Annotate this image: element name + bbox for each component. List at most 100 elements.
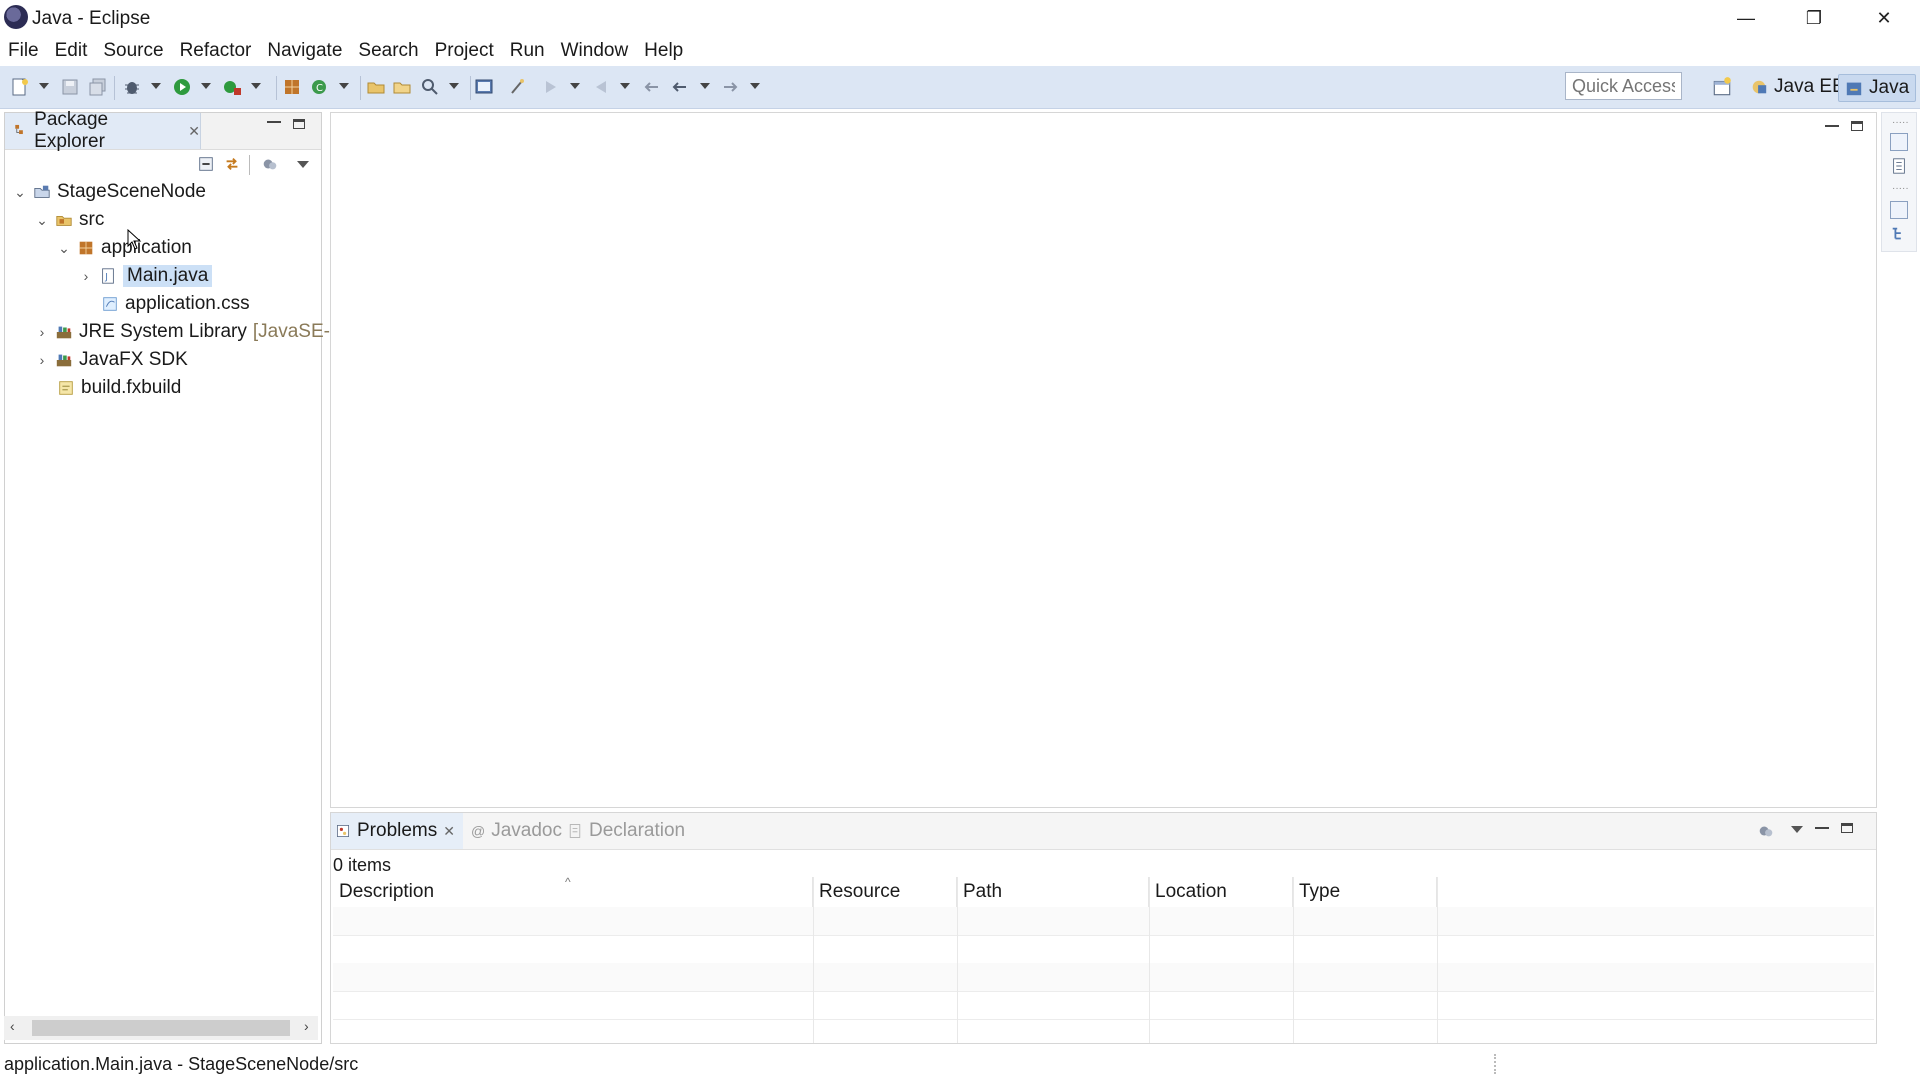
new-icon[interactable] bbox=[10, 77, 30, 97]
back-icon[interactable] bbox=[670, 77, 690, 97]
column-header-description[interactable]: Description ^ bbox=[333, 875, 813, 907]
menu-run[interactable]: Run bbox=[502, 40, 553, 62]
scroll-left-icon[interactable]: ‹ bbox=[10, 1018, 15, 1034]
column-header-path[interactable]: Path bbox=[957, 877, 1149, 907]
tree-item-build-fxbuild[interactable]: build.fxbuild bbox=[57, 375, 181, 401]
previous-annotation-dropdown-icon[interactable] bbox=[620, 83, 630, 89]
external-tools-dropdown-icon[interactable] bbox=[251, 83, 261, 89]
back-dropdown-icon[interactable] bbox=[700, 83, 710, 89]
toggle-mark-occurrences-icon[interactable] bbox=[508, 77, 528, 97]
chevron-down-icon[interactable]: ⌄ bbox=[35, 212, 49, 229]
new-java-package-icon[interactable] bbox=[282, 77, 302, 97]
chevron-right-icon[interactable]: › bbox=[35, 324, 49, 340]
editor-area[interactable] bbox=[330, 112, 1877, 808]
run-icon[interactable] bbox=[172, 77, 192, 97]
run-dropdown-icon[interactable] bbox=[201, 83, 211, 89]
maximize-view-icon[interactable] bbox=[293, 119, 305, 129]
new-dropdown-icon[interactable] bbox=[39, 83, 49, 89]
debug-icon[interactable] bbox=[122, 77, 142, 97]
tree-item-application-package[interactable]: ⌄ application bbox=[57, 235, 192, 261]
tab-package-explorer[interactable]: Package Explorer ✕ bbox=[5, 109, 201, 152]
view-menu-icon[interactable] bbox=[297, 161, 309, 168]
tree-item-application-css[interactable]: application.css bbox=[101, 291, 250, 317]
drag-handle-icon[interactable]: ····· bbox=[1892, 117, 1909, 128]
minimize-button[interactable]: — bbox=[1712, 0, 1780, 36]
outline-icon[interactable] bbox=[1890, 225, 1908, 243]
menu-project[interactable]: Project bbox=[427, 40, 502, 62]
minimize-view-icon[interactable] bbox=[267, 121, 281, 123]
open-console-icon[interactable] bbox=[474, 77, 494, 97]
restore-icon[interactable] bbox=[1890, 133, 1908, 151]
menu-file[interactable]: File bbox=[0, 40, 47, 62]
tree-item-jre-library[interactable]: › JRE System Library [JavaSE-1.8 bbox=[35, 319, 357, 345]
source-folder-icon bbox=[56, 215, 72, 226]
external-tools-icon[interactable] bbox=[222, 77, 242, 97]
eclipse-logo-icon bbox=[4, 5, 28, 29]
minimize-view-icon[interactable] bbox=[1815, 827, 1829, 829]
tab-declaration[interactable]: Declaration bbox=[567, 813, 685, 849]
task-list-icon[interactable] bbox=[1890, 157, 1908, 175]
package-explorer-hscrollbar[interactable]: ‹ › bbox=[4, 1016, 318, 1040]
scrollbar-thumb[interactable] bbox=[32, 1020, 290, 1036]
collapse-all-icon[interactable] bbox=[197, 155, 215, 173]
close-icon[interactable]: ✕ bbox=[443, 823, 455, 840]
next-annotation-icon[interactable] bbox=[542, 77, 562, 97]
column-header-type[interactable]: Type bbox=[1293, 877, 1437, 907]
new-class-dropdown-icon[interactable] bbox=[339, 83, 349, 89]
drag-handle-icon[interactable]: ····· bbox=[1892, 183, 1909, 194]
menu-navigate[interactable]: Navigate bbox=[259, 40, 350, 62]
open-perspective-icon[interactable] bbox=[1711, 76, 1733, 98]
quick-access-input[interactable] bbox=[1565, 72, 1682, 100]
tree-item-main-java[interactable]: › J Main.java bbox=[79, 263, 213, 289]
close-button[interactable]: ✕ bbox=[1850, 0, 1918, 36]
debug-dropdown-icon[interactable] bbox=[151, 83, 161, 89]
minimize-editor-icon[interactable] bbox=[1825, 125, 1839, 127]
menu-source[interactable]: Source bbox=[95, 40, 171, 62]
maximize-view-icon[interactable] bbox=[1841, 823, 1853, 833]
close-icon[interactable]: ✕ bbox=[188, 123, 200, 140]
view-menu-icon[interactable] bbox=[1791, 826, 1803, 833]
java-file-icon: J bbox=[102, 268, 114, 284]
perspective-java-ee[interactable]: Java EE bbox=[1744, 74, 1851, 100]
tree-item-javafx-sdk[interactable]: › JavaFX SDK bbox=[35, 347, 188, 373]
chevron-down-icon[interactable]: ⌄ bbox=[57, 240, 71, 257]
menu-help[interactable]: Help bbox=[636, 40, 691, 62]
chevron-down-icon[interactable]: ⌄ bbox=[13, 184, 27, 201]
menu-window[interactable]: Window bbox=[553, 40, 637, 62]
scroll-right-icon[interactable]: › bbox=[304, 1018, 309, 1034]
column-label: Type bbox=[1299, 881, 1341, 902]
menu-search[interactable]: Search bbox=[350, 40, 426, 62]
column-header-location[interactable]: Location bbox=[1149, 877, 1293, 907]
save-icon[interactable] bbox=[60, 77, 80, 97]
tree-item-src[interactable]: ⌄ src bbox=[35, 207, 104, 233]
menu-refactor[interactable]: Refactor bbox=[172, 40, 260, 62]
tab-problems[interactable]: Problems ✕ bbox=[331, 813, 463, 849]
tree-item-label: JavaFX SDK bbox=[79, 349, 188, 370]
new-java-class-icon[interactable]: C bbox=[310, 77, 330, 97]
tab-javadoc[interactable]: @ Javadoc bbox=[471, 813, 562, 849]
save-all-icon[interactable] bbox=[88, 77, 108, 97]
link-with-editor-icon[interactable] bbox=[223, 155, 241, 173]
focus-on-active-task-icon[interactable] bbox=[1757, 822, 1775, 840]
focus-on-active-task-icon[interactable] bbox=[261, 155, 279, 173]
chevron-right-icon[interactable]: › bbox=[79, 268, 93, 284]
package-icon bbox=[79, 241, 93, 255]
previous-annotation-icon[interactable] bbox=[590, 77, 610, 97]
open-task-icon[interactable] bbox=[392, 77, 412, 97]
open-type-icon[interactable] bbox=[366, 77, 386, 97]
column-header-resource[interactable]: Resource bbox=[813, 877, 957, 907]
search-icon[interactable] bbox=[420, 77, 440, 97]
maximize-editor-icon[interactable] bbox=[1851, 121, 1863, 131]
restore-icon[interactable] bbox=[1890, 201, 1908, 219]
menu-edit[interactable]: Edit bbox=[47, 40, 96, 62]
search-dropdown-icon[interactable] bbox=[449, 83, 459, 89]
next-annotation-dropdown-icon[interactable] bbox=[570, 83, 580, 89]
package-explorer-panel: Package Explorer ✕ ⌄ StageSceneNode ⌄ sr… bbox=[4, 109, 356, 1044]
perspective-java[interactable]: Java bbox=[1838, 74, 1917, 102]
chevron-right-icon[interactable]: › bbox=[35, 352, 49, 368]
forward-icon[interactable] bbox=[720, 77, 740, 97]
last-edit-location-icon[interactable] bbox=[642, 77, 662, 97]
tree-item-project[interactable]: ⌄ StageSceneNode bbox=[13, 179, 206, 205]
restore-button[interactable]: ❐ bbox=[1780, 0, 1848, 36]
forward-dropdown-icon[interactable] bbox=[750, 83, 760, 89]
